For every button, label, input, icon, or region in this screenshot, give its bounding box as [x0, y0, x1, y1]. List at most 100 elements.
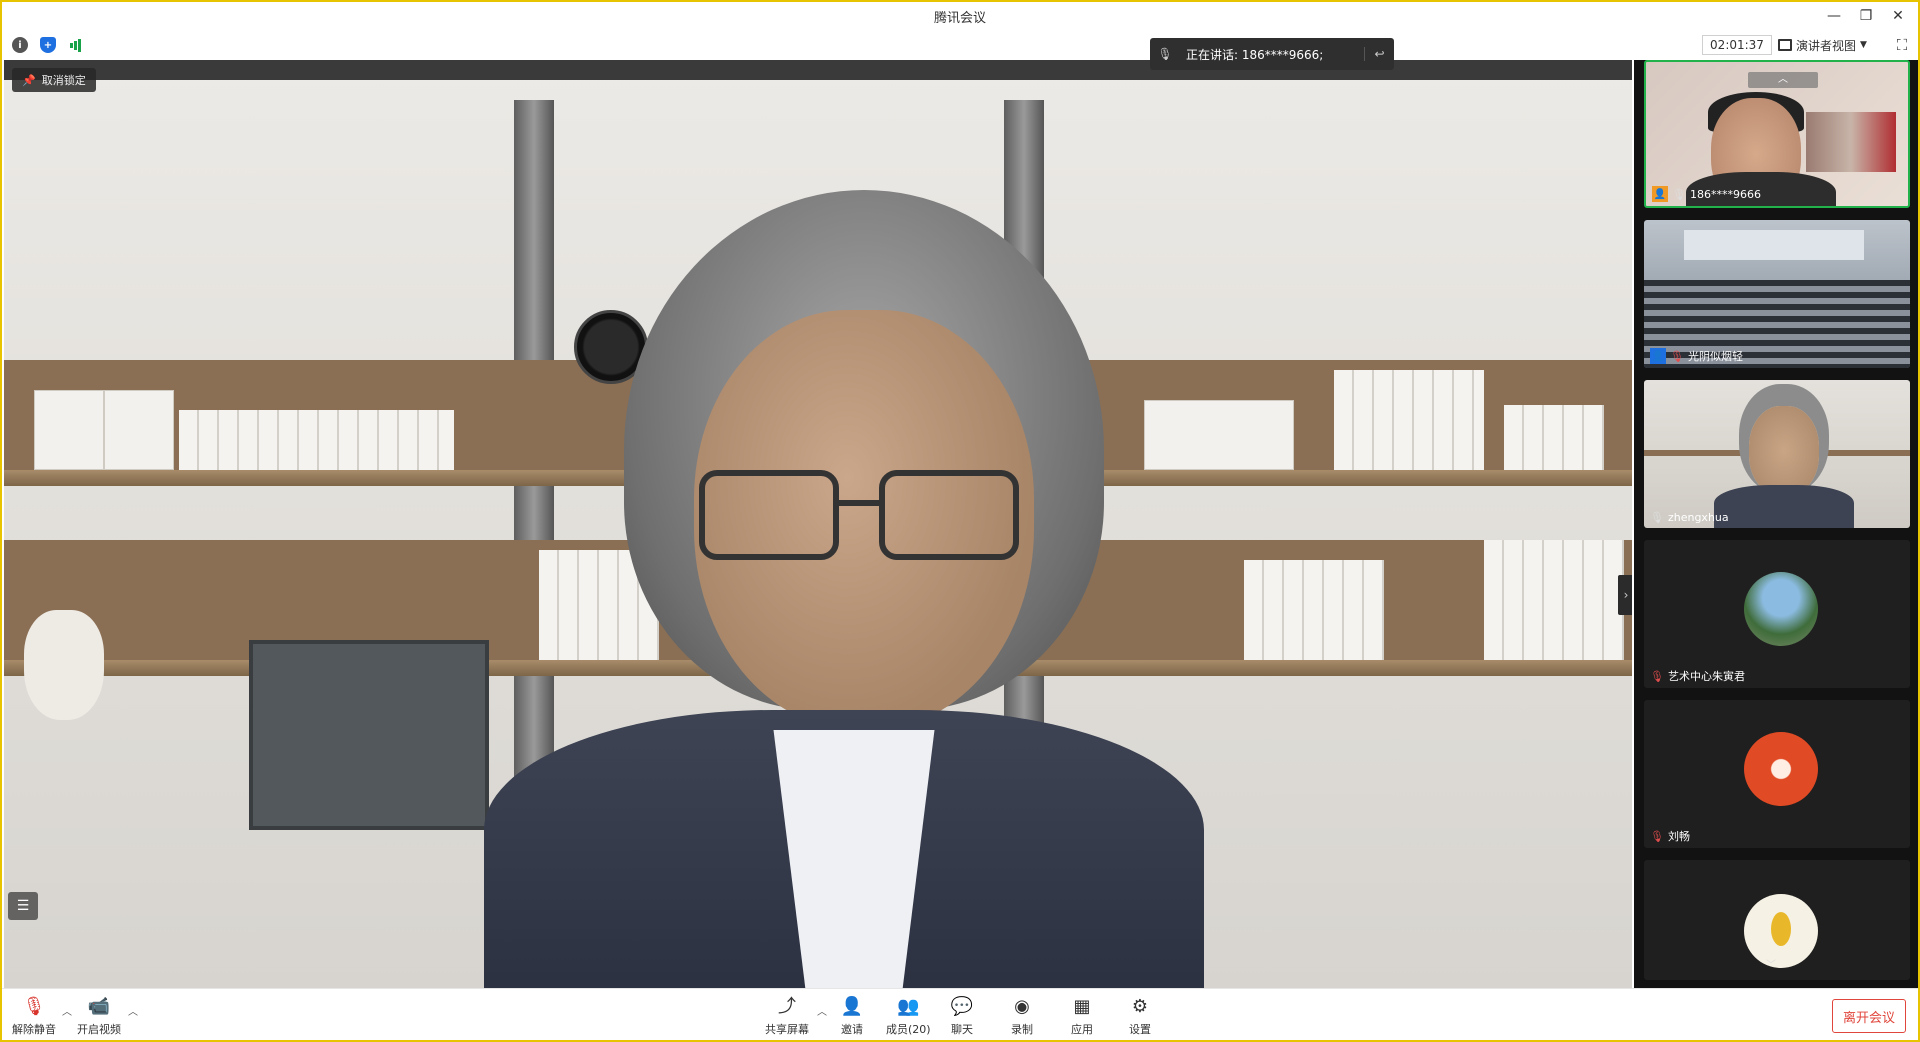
speaker-view-icon — [1778, 39, 1792, 51]
unmute-label: 解除静音 — [12, 1023, 56, 1036]
settings-button[interactable]: ⚙ 设置 — [1128, 995, 1152, 1037]
speaker-glasses — [699, 470, 1029, 570]
glasses-bridge — [839, 500, 879, 506]
participant-tile[interactable]: ︿ 👤 🎙 186****9666 — [1644, 60, 1910, 208]
start-video-label: 开启视频 — [77, 1023, 121, 1036]
participant-name: zhengxhua — [1667, 511, 1729, 524]
view-selector[interactable]: 演讲者视图 ▼ — [1778, 34, 1878, 56]
meeting-window: 腾讯会议 — ❐ ✕ i + 02:01:37 演讲者视图 ▼ ⛶ 🎙 正在讲话… — [0, 0, 1920, 1042]
speaking-indicator: 🎙 正在讲话: 186****9666; ↩ — [1150, 38, 1394, 70]
apps-button[interactable]: ▦ 应用 — [1070, 995, 1094, 1037]
microphone-muted-icon: 🎙 — [1670, 349, 1684, 363]
book-row — [1244, 560, 1384, 660]
background-monitor — [249, 640, 489, 830]
participant-panel: ︿ 👤 🎙 186****9666 👤 🎙 光阴似烟轻 🎙 zhengxhua — [1634, 60, 1918, 988]
minimize-icon[interactable]: — — [1820, 4, 1848, 28]
participant-name: 刘畅 — [1667, 830, 1690, 843]
book-stack — [179, 410, 454, 470]
info-icon[interactable]: i — [12, 37, 28, 53]
participant-name-bar: 🎙 刘畅 — [1650, 828, 1690, 844]
background-art — [1806, 112, 1896, 172]
top-toolbar: i + 02:01:37 演讲者视图 ▼ ⛶ — [2, 30, 1918, 60]
avatar — [1744, 572, 1818, 646]
unpin-button[interactable]: 📌 取消锁定 — [12, 68, 96, 92]
bottom-toolbar: 🎙 解除静音 ︿ 📹 开启视频 ︿ ⤴ 共享屏幕 ︿ 👤 邀请 👥 成员(20)… — [2, 988, 1918, 1040]
title-bar: 腾讯会议 — ❐ ✕ — [2, 2, 1918, 30]
speaker-person — [484, 190, 1204, 988]
share-screen-label: 共享屏幕 — [765, 1023, 809, 1036]
avatar — [1744, 894, 1818, 968]
apps-label: 应用 — [1071, 1023, 1093, 1036]
vase — [24, 610, 104, 720]
lens-left — [699, 470, 839, 560]
window-controls: — ❐ ✕ — [1820, 4, 1912, 28]
book-row — [1334, 370, 1484, 470]
share-screen-icon: ⤴ — [778, 996, 796, 1017]
participant-name: 艺术中心朱寅君 — [1667, 670, 1745, 683]
lens-right — [879, 470, 1019, 560]
microphone-icon: 🎙 — [1672, 187, 1686, 201]
record-label: 录制 — [1011, 1023, 1033, 1036]
members-button[interactable]: 👥 成员(20) — [886, 995, 931, 1037]
apps-icon: ▦ — [1073, 996, 1091, 1017]
avatar — [1744, 732, 1818, 806]
microphone-icon: 🎙 — [1157, 47, 1173, 61]
list-icon[interactable]: ☰ — [8, 892, 38, 920]
chevron-up-icon[interactable]: ︿ — [1748, 72, 1818, 88]
status-icons: i + — [12, 37, 84, 53]
invite-button[interactable]: 👤 邀请 — [840, 995, 864, 1037]
chevron-up-icon[interactable]: ︿ — [817, 1003, 827, 1018]
participant-face — [1749, 406, 1819, 496]
add-user-icon: 👤 — [840, 996, 864, 1017]
participant-name: 光阴似烟轻 — [1687, 350, 1743, 363]
participant-name-bar: 🎙 艺术中心朱寅君 — [1650, 668, 1745, 684]
meeting-timer: 02:01:37 — [1702, 35, 1772, 55]
lecture-screen — [1684, 230, 1864, 260]
cohost-icon: 👤 — [1650, 348, 1666, 364]
microphone-muted-icon: 🎙 — [1650, 829, 1664, 843]
signal-icon[interactable] — [68, 37, 84, 53]
view-label: 演讲者视图 — [1796, 38, 1857, 53]
chevron-down-icon[interactable]: ﹀ — [1736, 958, 1806, 974]
record-icon: ◉ — [1014, 996, 1030, 1017]
chevron-down-icon: ▼ — [1860, 40, 1867, 50]
chevron-right-icon[interactable]: › — [1618, 575, 1632, 615]
camera-off-icon: 📹 — [87, 996, 111, 1017]
participant-tile[interactable]: 🎙 艺术中心朱寅君 — [1644, 540, 1910, 688]
settings-label: 设置 — [1129, 1023, 1151, 1036]
storage-box — [104, 390, 174, 470]
unmute-button[interactable]: 🎙 解除静音 — [12, 995, 56, 1037]
host-icon: 👤 — [1652, 186, 1668, 202]
participant-name-bar: 🎙 zhengxhua — [1650, 511, 1729, 524]
pin-icon: 📌 — [22, 73, 36, 87]
start-video-button[interactable]: 📹 开启视频 — [77, 995, 121, 1037]
speaking-text: 正在讲话: 186****9666; — [1186, 47, 1324, 62]
participant-tile[interactable]: 🎙 zhengxhua — [1644, 380, 1910, 528]
book-stack — [1504, 405, 1604, 470]
microphone-icon: 🎙 — [1650, 511, 1664, 524]
reply-arrow-icon[interactable]: ↩ — [1364, 47, 1394, 61]
participant-name-bar: 👤 🎙 光阴似烟轻 — [1650, 348, 1743, 364]
chat-label: 聊天 — [951, 1023, 973, 1036]
chevron-up-icon[interactable]: ︿ — [62, 1003, 72, 1018]
fullscreen-icon[interactable]: ⛶ — [1893, 36, 1911, 54]
microphone-muted-icon: 🎙 — [22, 996, 46, 1017]
chat-button[interactable]: 💬 聊天 — [950, 995, 974, 1037]
leave-meeting-button[interactable]: 离开会议 — [1832, 999, 1906, 1033]
participant-tile[interactable]: 🎙 刘畅 — [1644, 700, 1910, 848]
chat-icon: 💬 — [950, 996, 974, 1017]
shield-icon[interactable]: + — [40, 37, 56, 53]
participant-tile[interactable]: 👤 🎙 光阴似烟轻 — [1644, 220, 1910, 368]
record-button[interactable]: ◉ 录制 — [1010, 995, 1034, 1037]
members-label: 成员(20) — [886, 1023, 931, 1036]
unpin-label: 取消锁定 — [41, 74, 86, 87]
participant-name: 186****9666 — [1689, 187, 1761, 201]
restore-icon[interactable]: ❐ — [1852, 4, 1880, 28]
members-icon: 👥 — [897, 996, 920, 1017]
chevron-up-icon[interactable]: ︿ — [128, 1003, 138, 1018]
close-icon[interactable]: ✕ — [1884, 4, 1912, 28]
invite-label: 邀请 — [841, 1023, 863, 1036]
storage-box — [34, 390, 104, 470]
main-video[interactable]: 📌 取消锁定 ☰ › — [4, 60, 1632, 988]
share-screen-button[interactable]: ⤴ 共享屏幕 — [765, 995, 809, 1037]
